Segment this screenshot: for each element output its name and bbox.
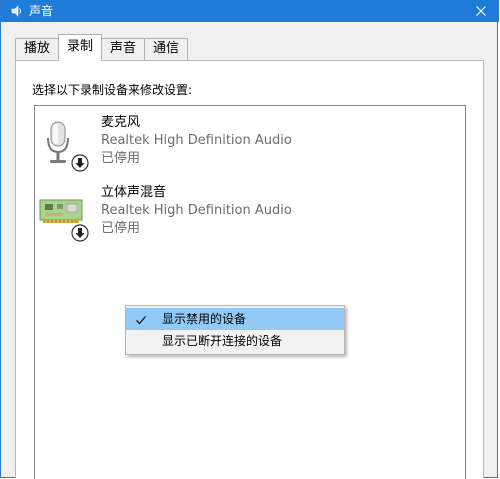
device-name: 立体声混音: [101, 185, 167, 200]
window-title: 声音: [29, 4, 54, 18]
sound-dialog: 声音 播放 录制 声音 通信 选择以下录制设备来修改设置: 麦克风 Realte…: [0, 0, 499, 479]
recording-panel: 选择以下录制设备来修改设置: 麦克风 Realtek High Definiti…: [15, 60, 484, 479]
device-text: 麦克风 Realtek High Definition Audio 已停用: [101, 114, 292, 168]
menu-item-show-disconnected-devices[interactable]: 显示已断开连接的设备: [126, 330, 344, 352]
speaker-icon: [9, 4, 23, 18]
device-name: 麦克风: [101, 115, 141, 130]
device-list[interactable]: 麦克风 Realtek High Definition Audio 已停用 立体…: [34, 105, 466, 479]
close-icon: [476, 6, 486, 16]
context-menu: 显示禁用的设备 显示已断开连接的设备: [125, 305, 345, 355]
device-item-stereo-mix[interactable]: 立体声混音 Realtek High Definition Audio 已停用: [35, 184, 465, 250]
device-driver: Realtek High Definition Audio: [101, 203, 292, 218]
title-bar: 声音: [1, 0, 499, 22]
menu-item-label: 显示禁用的设备: [162, 312, 247, 326]
device-status: 已停用: [101, 221, 141, 236]
device-text: 立体声混音 Realtek High Definition Audio 已停用: [101, 184, 292, 238]
microphone-icon: [39, 116, 99, 176]
close-button[interactable]: [463, 0, 499, 22]
menu-item-show-disabled-devices[interactable]: 显示禁用的设备: [126, 308, 344, 330]
sound-card-icon: [39, 186, 99, 246]
instruction-text: 选择以下录制设备来修改设置:: [32, 83, 193, 97]
disabled-down-arrow-icon: [71, 154, 89, 172]
device-status: 已停用: [101, 151, 141, 166]
menu-item-label: 显示已断开连接的设备: [162, 334, 283, 348]
tab-strip: 播放 录制 声音 通信: [15, 34, 189, 61]
device-driver: Realtek High Definition Audio: [101, 133, 292, 148]
tab-communications[interactable]: 通信: [144, 38, 189, 60]
tab-recording[interactable]: 录制: [58, 34, 103, 61]
device-item-microphone[interactable]: 麦克风 Realtek High Definition Audio 已停用: [35, 114, 465, 180]
tab-sounds[interactable]: 声音: [101, 38, 146, 60]
disabled-down-arrow-icon: [71, 224, 89, 242]
checkmark-icon: [134, 312, 148, 326]
tab-playback[interactable]: 播放: [15, 38, 60, 60]
